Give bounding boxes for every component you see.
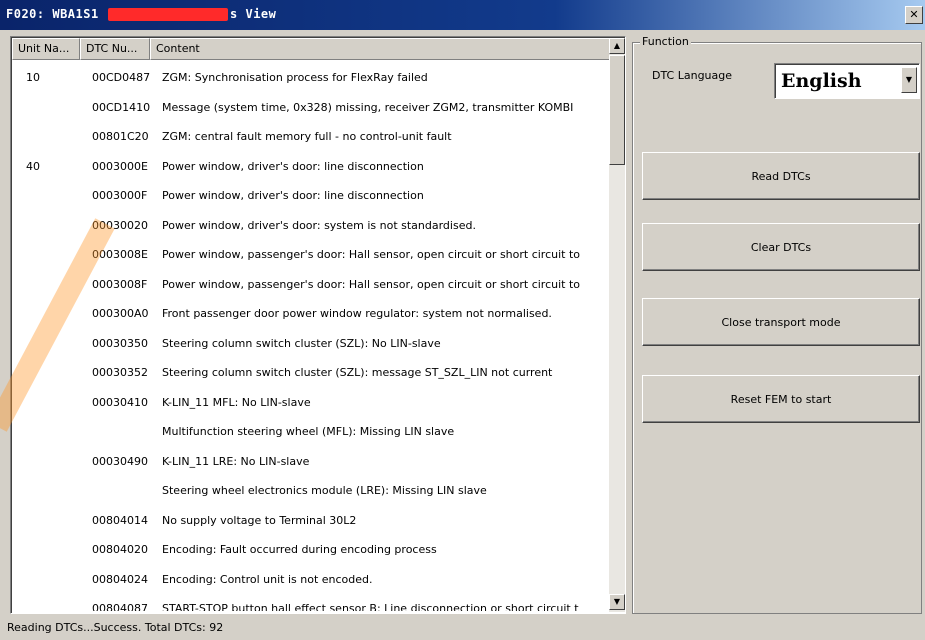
table-row[interactable]: 00CD1410 Message (system time, 0x328) mis…: [12, 93, 610, 123]
cell-dtc-number: 00804014: [92, 513, 148, 527]
cell-content: Steering wheel electronics module (LRE):…: [162, 484, 487, 497]
cell-content: K-LIN_11 MFL: No LIN-slave: [162, 395, 311, 409]
cell-content: ZGM: Synchronisation process for FlexRay…: [162, 71, 428, 84]
table-row[interactable]: Steering wheel electronics module (LRE):…: [12, 476, 610, 506]
column-header-content[interactable]: Content: [150, 38, 610, 60]
cell-content: Steering column switch cluster (SZL): No…: [162, 336, 441, 350]
cell-dtc-number: 00030410: [92, 395, 148, 409]
table-row[interactable]: 0003008F Power window, passenger's door: …: [12, 270, 610, 300]
table-row[interactable]: 00804024 Encoding: Control unit is not en…: [12, 565, 610, 595]
dtc-list[interactable]: Unit Na... DTC Nu... Content 10 00CD0487 Z…: [10, 36, 626, 614]
table-row[interactable]: 10 00CD0487 ZGM: Synchronisation process f…: [12, 63, 610, 93]
table-row[interactable]: 00030410 K-LIN_11 MFL: No LIN-slave: [12, 388, 610, 418]
cell-content: Encoding: Control unit is not encoded.: [162, 572, 373, 586]
cell-dtc-number: 0003008F: [92, 277, 148, 291]
scroll-up-button[interactable]: ▲: [609, 38, 625, 54]
cell-dtc-number: 00804087: [92, 602, 148, 611]
cell-dtc-number: 00801C20: [92, 130, 149, 143]
cell-content: Power window, passenger's door: Hall sen…: [162, 277, 581, 291]
cell-dtc-number: 00CD1410: [92, 100, 151, 114]
table-row[interactable]: 00804020 Encoding: Fault occurred during …: [12, 535, 610, 565]
status-text: Reading DTCs...Success. Total DTCs: 92: [7, 621, 224, 634]
vertical-scrollbar[interactable]: ▲ ▼: [609, 38, 625, 612]
table-row[interactable]: Multifunction steering wheel (MFL): Miss…: [12, 417, 610, 447]
cell-unit-name: 10: [26, 71, 40, 84]
table-row[interactable]: 000300A0 Front passenger door power windo…: [12, 299, 610, 329]
dtc-language-select[interactable]: English ▼: [774, 63, 920, 99]
scroll-thumb[interactable]: [609, 55, 625, 165]
cell-dtc-number: 0003000F: [92, 189, 148, 202]
scroll-down-button[interactable]: ▼: [609, 594, 625, 610]
cell-content: Multifunction steering wheel (MFL): Miss…: [162, 425, 455, 438]
cell-content: No supply voltage to Terminal 30L2: [162, 513, 357, 527]
read-dtcs-button[interactable]: Read DTCs: [642, 152, 920, 200]
table-row[interactable]: 00804087 START-STOP button hall effect se…: [12, 594, 610, 611]
table-row[interactable]: 00030352 Steering column switch cluster (…: [12, 358, 610, 388]
cell-dtc-number: 00030350: [92, 336, 148, 350]
list-header: Unit Na... DTC Nu... Content: [12, 38, 610, 60]
close-button[interactable]: ✕: [905, 6, 923, 24]
cell-unit-name: 40: [26, 159, 40, 173]
cell-dtc-number: 0003000E: [92, 159, 148, 173]
cell-content: K-LIN_11 LRE: No LIN-slave: [162, 454, 310, 468]
cell-content: Steering column switch cluster (SZL): me…: [162, 366, 553, 379]
cell-dtc-number: 00030020: [92, 218, 148, 232]
cell-content: Front passenger door power window regula…: [162, 307, 552, 320]
dtc-language-value: English: [781, 70, 862, 92]
table-row[interactable]: 00804014 No supply voltage to Terminal 30…: [12, 506, 610, 536]
table-row[interactable]: 0003008E Power window, passenger's door: …: [12, 240, 610, 270]
cell-content: Power window, driver's door: line discon…: [162, 189, 424, 202]
status-bar: Reading DTCs...Success. Total DTCs: 92: [0, 615, 925, 640]
cell-content: Message (system time, 0x328) missing, re…: [162, 100, 574, 114]
cell-dtc-number: 00804020: [92, 543, 148, 556]
close-transport-mode-button[interactable]: Close transport mode: [642, 298, 920, 346]
clear-dtcs-button[interactable]: Clear DTCs: [642, 223, 920, 271]
column-header-unit-name[interactable]: Unit Na...: [12, 38, 80, 60]
reset-fem-button[interactable]: Reset FEM to start: [642, 375, 920, 423]
cell-content: Power window, passenger's door: Hall sen…: [162, 248, 581, 261]
cell-dtc-number: 00804024: [92, 572, 148, 586]
cell-dtc-number: 0003008E: [92, 248, 148, 261]
cell-content: Encoding: Fault occurred during encoding…: [162, 543, 437, 556]
cell-dtc-number: 00CD0487: [92, 71, 151, 84]
cell-content: ZGM: central fault memory full - no cont…: [162, 130, 452, 143]
function-legend: Function: [640, 35, 691, 48]
table-row[interactable]: 00030350 Steering column switch cluster (…: [12, 329, 610, 359]
chevron-down-icon[interactable]: ▼: [901, 67, 917, 93]
column-header-dtc-number[interactable]: DTC Nu...: [80, 38, 150, 60]
table-row[interactable]: 40 0003000E Power window, driver's door: l…: [12, 152, 610, 182]
list-rows: 10 00CD0487 ZGM: Synchronisation process f…: [12, 63, 610, 611]
table-row[interactable]: 00801C20 ZGM: central fault memory full -…: [12, 122, 610, 152]
cell-dtc-number: 00030352: [92, 366, 148, 379]
dtc-language-label: DTC Language: [652, 69, 733, 82]
table-row[interactable]: 0003000F Power window, driver's door: lin…: [12, 181, 610, 211]
table-row[interactable]: 00030490 K-LIN_11 LRE: No LIN-slave: [12, 447, 610, 477]
cell-content: START-STOP button hall effect sensor B: …: [162, 602, 579, 611]
cell-content: Power window, driver's door: line discon…: [162, 159, 424, 173]
cell-dtc-number: 00030490: [92, 454, 148, 468]
cell-dtc-number: 000300A0: [92, 307, 149, 320]
table-row[interactable]: 00030020 Power window, driver's door: sys…: [12, 211, 610, 241]
title-bar: F020: WBA1S1 s View ✕: [0, 0, 925, 30]
cell-content: Power window, driver's door: system is n…: [162, 218, 476, 232]
redaction-mark: [108, 8, 228, 21]
